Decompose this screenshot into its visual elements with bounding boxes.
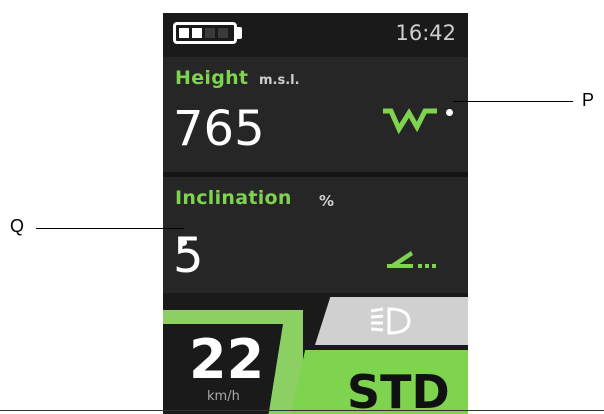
- inclination-value: 5: [173, 228, 204, 284]
- display-screen: 16:42 Height m.s.l. 765 Inclination % 5 …: [163, 13, 468, 414]
- status-bar: 16:42: [163, 13, 468, 53]
- callout-dot-p: [446, 109, 453, 116]
- callout-line-p: [453, 101, 573, 102]
- height-panel[interactable]: Height m.s.l. 765: [163, 57, 468, 172]
- battery-icon: [173, 22, 237, 44]
- height-label: Height: [175, 67, 249, 89]
- inclination-panel[interactable]: Inclination % 5: [163, 177, 468, 293]
- callout-line-q: [36, 228, 184, 229]
- base-line: [0, 410, 604, 411]
- mode-button[interactable]: STD: [291, 350, 468, 414]
- light-button[interactable]: [315, 297, 468, 345]
- speed-value: 22: [189, 328, 265, 391]
- height-value: 765: [173, 101, 265, 157]
- height-unit: m.s.l.: [259, 73, 300, 88]
- inclination-label: Inclination: [175, 187, 292, 209]
- clock: 16:42: [395, 21, 456, 45]
- battery-cap: [237, 27, 242, 39]
- mountain-icon: [383, 108, 437, 135]
- inclination-unit: %: [319, 192, 335, 210]
- incline-icon: [387, 251, 436, 268]
- callout-label-q: Q: [10, 216, 25, 236]
- headlight-icon: [370, 307, 411, 335]
- callout-dot-q: [180, 239, 187, 246]
- callout-label-p: P: [582, 90, 595, 110]
- mode-label: STD: [347, 365, 450, 414]
- speed-unit: km/h: [207, 389, 240, 404]
- speed-box: 22 km/h: [163, 310, 303, 414]
